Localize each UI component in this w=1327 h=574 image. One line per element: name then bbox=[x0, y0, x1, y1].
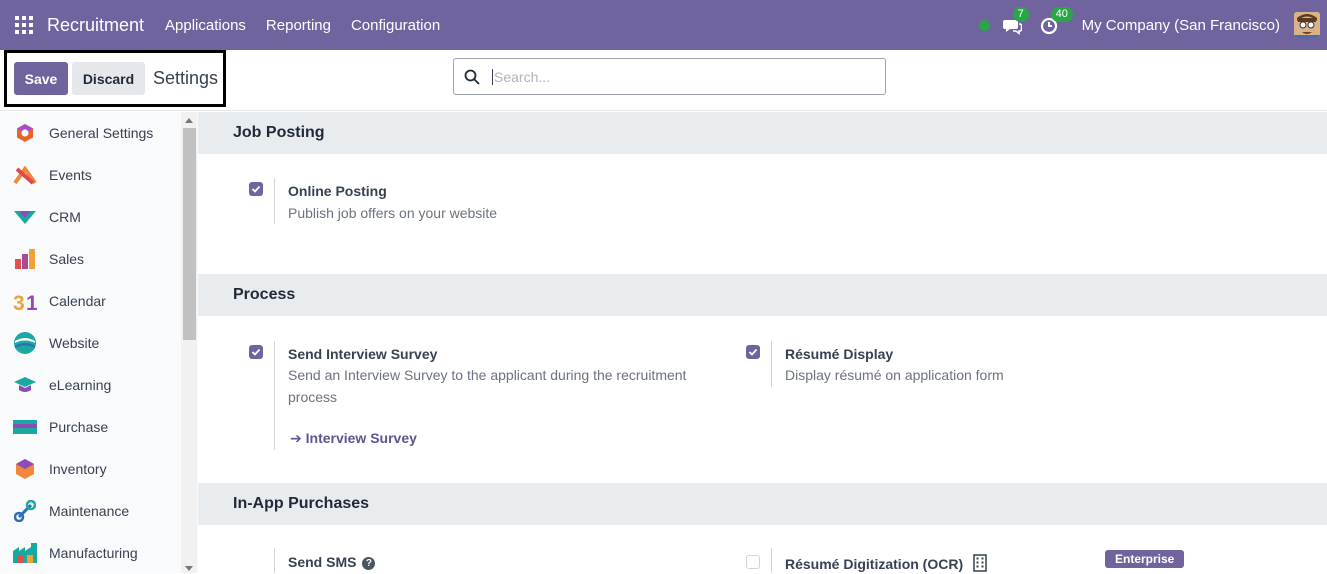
sidebar-item-manufacturing[interactable]: Manufacturing bbox=[0, 532, 198, 574]
help-icon[interactable]: ? bbox=[362, 557, 376, 570]
app-grid-icon[interactable] bbox=[15, 16, 33, 34]
sidebar-item-website[interactable]: Website bbox=[0, 322, 198, 364]
form-actions: Save Discard Settings bbox=[4, 50, 226, 107]
send-sms-label: Send SMS? bbox=[288, 554, 376, 570]
menu-reporting[interactable]: Reporting bbox=[266, 17, 331, 34]
sidebar-item-elearning[interactable]: eLearning bbox=[0, 364, 198, 406]
user-avatar[interactable] bbox=[1294, 12, 1320, 38]
avatar-face-icon bbox=[1294, 12, 1320, 38]
sidebar-item-calendar[interactable]: 31 Calendar bbox=[0, 280, 198, 322]
resume-ocr-checkbox[interactable] bbox=[746, 555, 760, 569]
section-process: Process bbox=[198, 274, 1327, 316]
scroll-thumb[interactable] bbox=[183, 128, 196, 340]
manufacturing-icon bbox=[13, 541, 37, 565]
inventory-icon bbox=[13, 457, 37, 481]
sidebar-item-crm[interactable]: CRM bbox=[0, 196, 198, 238]
settings-sidebar: General Settings Events CRM Sales 31 Cal… bbox=[0, 112, 198, 573]
sidebar-item-sales[interactable]: Sales bbox=[0, 238, 198, 280]
menu-configuration[interactable]: Configuration bbox=[351, 17, 440, 34]
events-icon bbox=[13, 163, 37, 187]
setting-divider bbox=[274, 178, 275, 224]
search-input[interactable] bbox=[492, 68, 872, 85]
sidebar-item-label: Inventory bbox=[49, 461, 107, 477]
calendar-icon: 31 bbox=[13, 289, 37, 313]
sidebar-item-purchase[interactable]: Purchase bbox=[0, 406, 198, 448]
sidebar-item-label: Sales bbox=[49, 251, 85, 267]
svg-text:1: 1 bbox=[26, 292, 37, 312]
sidebar-item-label: eLearning bbox=[49, 377, 112, 393]
maintenance-icon bbox=[13, 499, 37, 523]
setting-divider bbox=[771, 548, 772, 573]
resume-display-label: Résumé Display bbox=[785, 346, 894, 362]
search-box[interactable] bbox=[453, 58, 886, 95]
systray: 7 40 My Company (San Francisco) bbox=[978, 7, 1320, 38]
scroll-down-arrow-icon[interactable] bbox=[185, 566, 193, 571]
online-posting-desc: Publish job offers on your website bbox=[288, 205, 498, 221]
sidebar-item-label: Calendar bbox=[49, 293, 106, 309]
resume-display-desc: Display résumé on application form bbox=[785, 367, 1004, 383]
setting-divider bbox=[274, 341, 275, 450]
sidebar-item-events[interactable]: Events bbox=[0, 154, 198, 196]
sidebar-item-label: General Settings bbox=[49, 125, 154, 141]
arrow-right-icon: ➔ bbox=[290, 430, 306, 446]
sidebar-item-maintenance[interactable]: Maintenance bbox=[0, 490, 198, 532]
check-icon bbox=[748, 348, 758, 356]
control-panel: Save Discard Settings bbox=[0, 50, 1327, 111]
app-name[interactable]: Recruitment bbox=[47, 15, 144, 36]
resume-ocr-label: Résumé Digitization (OCR) bbox=[785, 554, 987, 572]
messages-badge: 7 bbox=[1012, 7, 1029, 22]
activities-badge: 40 bbox=[1050, 7, 1073, 22]
online-posting-checkbox[interactable] bbox=[249, 182, 263, 196]
messages-button[interactable]: 7 bbox=[1002, 7, 1029, 36]
general-settings-icon bbox=[13, 121, 37, 145]
interview-survey-link[interactable]: ➔ Interview Survey bbox=[290, 430, 417, 447]
setting-divider bbox=[274, 548, 275, 573]
interview-survey-checkbox[interactable] bbox=[249, 345, 263, 359]
page-title: Settings bbox=[153, 68, 219, 88]
company-switcher[interactable]: My Company (San Francisco) bbox=[1082, 17, 1280, 34]
check-icon bbox=[251, 348, 261, 356]
online-posting-label: Online Posting bbox=[288, 183, 387, 199]
crm-icon bbox=[13, 205, 37, 229]
website-icon bbox=[13, 331, 37, 355]
sidebar-item-inventory[interactable]: Inventory bbox=[0, 448, 198, 490]
top-navbar: Recruitment Applications Reporting Confi… bbox=[0, 0, 1327, 50]
sidebar-item-label: Website bbox=[49, 335, 100, 351]
sidebar-item-label: CRM bbox=[49, 209, 81, 225]
sidebar-item-label: Purchase bbox=[49, 419, 109, 435]
enterprise-badge: Enterprise bbox=[1105, 550, 1185, 568]
interview-survey-desc: Send an Interview Survey to the applican… bbox=[288, 367, 687, 405]
menu-applications[interactable]: Applications bbox=[165, 17, 246, 34]
building-icon bbox=[973, 554, 987, 572]
svg-text:3: 3 bbox=[13, 292, 25, 312]
sidebar-item-general-settings[interactable]: General Settings bbox=[0, 112, 198, 154]
sidebar-item-label: Maintenance bbox=[49, 503, 130, 519]
settings-content: Job Posting Online Posting Publish job o… bbox=[198, 112, 1327, 573]
purchase-icon bbox=[13, 415, 37, 439]
scroll-up-arrow-icon[interactable] bbox=[185, 118, 193, 123]
interview-survey-label: Send Interview Survey bbox=[288, 346, 438, 362]
sidebar-item-label: Events bbox=[49, 167, 92, 183]
sidebar-scrollbar[interactable] bbox=[181, 112, 197, 573]
activities-button[interactable]: 40 bbox=[1040, 7, 1073, 36]
setting-divider bbox=[771, 341, 772, 387]
search-icon bbox=[464, 69, 480, 85]
presence-status-icon bbox=[978, 19, 990, 31]
check-icon bbox=[251, 185, 261, 193]
nav-menu: Applications Reporting Configuration bbox=[165, 17, 460, 34]
section-job-posting: Job Posting bbox=[198, 112, 1327, 154]
discard-button[interactable]: Discard bbox=[72, 62, 145, 95]
sidebar-item-label: Manufacturing bbox=[49, 545, 138, 561]
section-in-app-purchases: In-App Purchases bbox=[198, 483, 1327, 525]
sales-icon bbox=[13, 247, 37, 271]
elearning-icon bbox=[13, 373, 37, 397]
resume-display-checkbox[interactable] bbox=[746, 345, 760, 359]
save-button[interactable]: Save bbox=[14, 62, 68, 95]
